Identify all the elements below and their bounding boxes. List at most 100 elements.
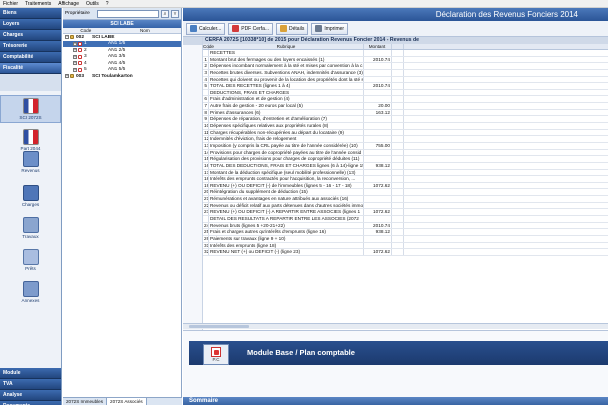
row-montant[interactable]	[364, 123, 392, 129]
table-row[interactable]: 10 Dépenses spécifiques relatives aux pro…	[203, 123, 608, 130]
table-row[interactable]: 2 Dépenses incombant normalement à la sté…	[203, 63, 608, 70]
row-montant[interactable]: 938.12	[364, 229, 392, 235]
row-montant[interactable]	[364, 63, 392, 69]
table-row[interactable]: 23 REVENU (+) OU DEFICIT (-) A REPARTIR E…	[203, 209, 608, 217]
row-montant[interactable]	[364, 202, 392, 209]
row-montant[interactable]	[364, 96, 392, 103]
nav-loyers[interactable]: Loyers	[0, 19, 61, 30]
nav-item-annexes[interactable]: Annexes	[0, 279, 61, 303]
row-montant[interactable]	[364, 189, 392, 196]
nav-tresorerie[interactable]: Trésorerie	[0, 41, 61, 52]
row-montant[interactable]	[364, 196, 392, 202]
menu-outils[interactable]: Outils	[86, 1, 99, 7]
tab-associes[interactable]: 2072S Associés	[107, 398, 147, 405]
tree-col-code[interactable]: Code	[63, 28, 109, 33]
expand-icon[interactable]: +	[73, 61, 77, 66]
row-montant[interactable]: 2010.74	[364, 83, 392, 89]
table-row[interactable]: 26 Paiements sur travaux (ligne 9 + 10)	[203, 235, 608, 243]
table-row[interactable]: 11 Charges récupérables non-récupérées au…	[203, 129, 608, 137]
table-row[interactable]: 8 Primes d'assurances (6) 163.12	[203, 109, 608, 117]
nav-item-charges[interactable]: Charges	[0, 183, 61, 207]
horizontal-scrollbar[interactable]	[183, 323, 608, 329]
search-icon[interactable]: ⌕	[161, 9, 169, 18]
menu-affichage[interactable]: Affichage	[58, 1, 79, 7]
owner-filter-input[interactable]	[97, 9, 159, 18]
table-row[interactable]: 31 Intérêts des emprunts (ligne 18)	[203, 242, 608, 250]
expand-icon[interactable]: +	[65, 74, 69, 79]
summary-header[interactable]: Sommaire	[183, 397, 608, 405]
table-row[interactable]: 13 Imposition (y compris la CRL payée au …	[203, 142, 608, 150]
row-montant[interactable]: 20.00	[364, 103, 392, 109]
table-row[interactable]: 3 Recettes brutes diverses. Subventions A…	[203, 69, 608, 77]
menu-fichier[interactable]: Fichier	[3, 1, 18, 7]
row-montant[interactable]: 755.00	[364, 142, 392, 149]
row-montant[interactable]: 2010.74	[364, 222, 392, 229]
table-row[interactable]: 16 TOTAL DES DEDUCTIONS, FRAIS ET CHARGES…	[203, 162, 608, 170]
nav-item-travaux[interactable]: Travaux	[0, 215, 61, 239]
table-row[interactable]: 20 Réintégration du supplément de déducti…	[203, 189, 608, 197]
table-row[interactable]: RECETTES	[203, 50, 608, 57]
tab-immeubles[interactable]: 2072S Immeubles	[63, 398, 108, 405]
row-montant[interactable]	[364, 76, 392, 83]
expand-icon[interactable]: +	[73, 41, 77, 46]
expand-icon[interactable]: +	[73, 48, 77, 53]
table-row[interactable]: 17 Montant de la déduction spécifique (se…	[203, 169, 608, 177]
row-montant[interactable]	[364, 116, 392, 123]
row-montant[interactable]	[364, 176, 392, 182]
collapse-icon[interactable]: −	[65, 35, 69, 40]
row-montant[interactable]	[364, 136, 392, 142]
nav-module[interactable]: Module	[0, 368, 61, 379]
row-montant[interactable]: 163.12	[364, 109, 392, 116]
row-montant[interactable]	[364, 156, 392, 162]
module-pc-button[interactable]: P.C	[203, 344, 229, 365]
table-row[interactable]: 19 REVENU (+) OU DEFICIT (-) de l'immeubl…	[203, 182, 608, 190]
nav-tva[interactable]: TVA	[0, 379, 61, 390]
table-row[interactable]: 4 Recettes qui doivent ou provenir de la …	[203, 76, 608, 84]
nav-item-prets[interactable]: Prêts	[0, 247, 61, 271]
table-row[interactable]: 14 Provisions pour charges de copropriété…	[203, 149, 608, 157]
nav-comptabilite[interactable]: Comptabilité	[0, 52, 61, 63]
grid-col-montant[interactable]: Montant	[364, 44, 392, 49]
row-montant[interactable]: 2010.74	[364, 56, 392, 63]
table-row[interactable]: 6 Frais d'administration et de gestion (4…	[203, 96, 608, 104]
nav-documents[interactable]: Documents	[0, 401, 61, 405]
filter-icon[interactable]: ▿	[171, 9, 179, 18]
table-row[interactable]: 15 Régularisation des provisions pour cha…	[203, 156, 608, 163]
expand-icon[interactable]: +	[73, 54, 77, 59]
table-row[interactable]: 5 TOTAL DES RECETTES (lignes 1 à 4) 2010.7…	[203, 83, 608, 90]
table-row[interactable]: 12 Indemnités d'éviction, frais de reloge…	[203, 136, 608, 143]
table-row[interactable]: 32 REVENU NET (+) ou DEFICIT (-) (ligne 2…	[203, 249, 608, 256]
menu-traitements[interactable]: Traitements	[25, 1, 51, 7]
row-montant[interactable]	[364, 69, 392, 76]
nav-analyse[interactable]: Analyse	[0, 390, 61, 401]
table-row[interactable]: 22 Revenus ou déficit relatif aux parts d…	[203, 202, 608, 210]
row-montant[interactable]: 1072.62	[364, 249, 392, 255]
table-row[interactable]: 25 Frais et charges autres qu'intérêts d'…	[203, 229, 608, 236]
nav-item-part-2044[interactable]: Part 2044	[0, 127, 61, 151]
table-row[interactable]: 9 Dépenses de réparation, d'entretien et …	[203, 116, 608, 124]
row-montant[interactable]	[364, 149, 392, 156]
table-row[interactable]: DETAIL DES RESULTATS A REPARTIR ENTRE LE…	[203, 216, 608, 223]
table-row[interactable]: 24 Revenus bruts (lignes 5 +20-21+22) 2010…	[203, 222, 608, 230]
nav-fiscalite[interactable]: Fiscalité	[0, 63, 61, 74]
menu-[interactable]: ?	[106, 1, 109, 7]
table-row[interactable]: DEDUCTIONS, FRAIS ET CHARGES	[203, 89, 608, 97]
row-montant[interactable]	[364, 242, 392, 249]
calculer-button[interactable]: Calculer...	[186, 22, 226, 35]
row-montant[interactable]: 938.12	[364, 162, 392, 169]
row-montant[interactable]: 1072.62	[364, 182, 392, 189]
grid-col-rubrique[interactable]: Rubrique	[209, 44, 364, 49]
row-montant[interactable]	[364, 235, 392, 242]
nav-item-revenus[interactable]: Revenus	[0, 149, 61, 173]
table-row[interactable]: 21 Rémunérations et avantages en nature a…	[203, 196, 608, 203]
table-row[interactable]: 1 Montant brut des fermages ou des loyers…	[203, 56, 608, 64]
details-button[interactable]: Détails	[276, 22, 309, 35]
table-row[interactable]: 18 Intérêts des emprunts contractés pour …	[203, 176, 608, 183]
tree-row[interactable]: +003 SCI Toulamkarton	[63, 73, 181, 80]
pdf-cerfa-button[interactable]: PDF Cerfa...	[228, 22, 274, 35]
nav-biens[interactable]: Biens	[0, 8, 61, 19]
imprimer-button[interactable]: Imprimer	[311, 22, 349, 35]
row-montant[interactable]: 1072.62	[364, 209, 392, 216]
nav-item-sci-2072s[interactable]: SCI 2072S	[0, 95, 61, 123]
table-row[interactable]: 7 Autre frais de gestion - 20 euros par l…	[203, 103, 608, 110]
